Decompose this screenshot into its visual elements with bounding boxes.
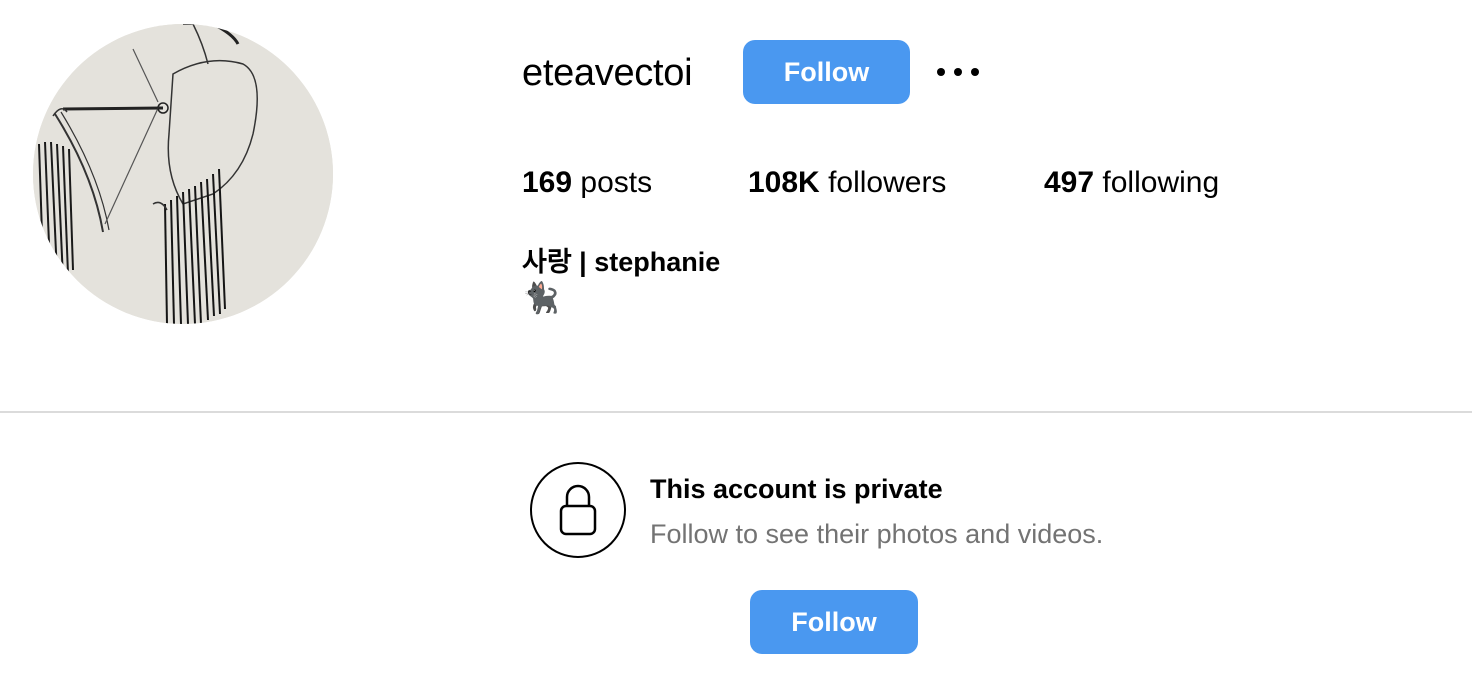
section-divider: [0, 411, 1472, 413]
follow-button-private[interactable]: Follow: [750, 590, 918, 654]
profile-page: eteavectoi Follow 169 posts 108K followe…: [0, 0, 1472, 686]
profile-avatar[interactable]: [33, 24, 333, 324]
follow-button[interactable]: Follow: [743, 40, 910, 104]
following-label: following: [1102, 166, 1220, 199]
more-options-icon: [937, 68, 945, 76]
posts-count: 169: [522, 166, 573, 199]
followers-label: followers: [828, 166, 947, 199]
avatar-image: [33, 24, 333, 324]
private-account-title: This account is private: [650, 474, 943, 504]
posts-label: posts: [580, 166, 653, 199]
followers-count: 108K: [748, 166, 820, 199]
private-account-subtitle: Follow to see their photos and videos.: [650, 519, 1104, 549]
stat-followers[interactable]: 108K followers: [748, 164, 946, 202]
more-options-button[interactable]: [934, 56, 982, 88]
more-options-icon-dot: [971, 68, 979, 76]
profile-bio: 🐈‍⬛: [522, 282, 560, 315]
more-options-icon-dot: [954, 68, 962, 76]
lock-icon: [559, 484, 597, 536]
stat-following[interactable]: 497 following: [1044, 164, 1219, 202]
profile-username: eteavectoi: [522, 52, 693, 94]
stat-posts: 169 posts: [522, 164, 652, 202]
profile-full-name: 사랑 | stephanie: [522, 247, 721, 277]
following-count: 497: [1044, 166, 1095, 199]
private-lock-badge: [530, 462, 626, 558]
